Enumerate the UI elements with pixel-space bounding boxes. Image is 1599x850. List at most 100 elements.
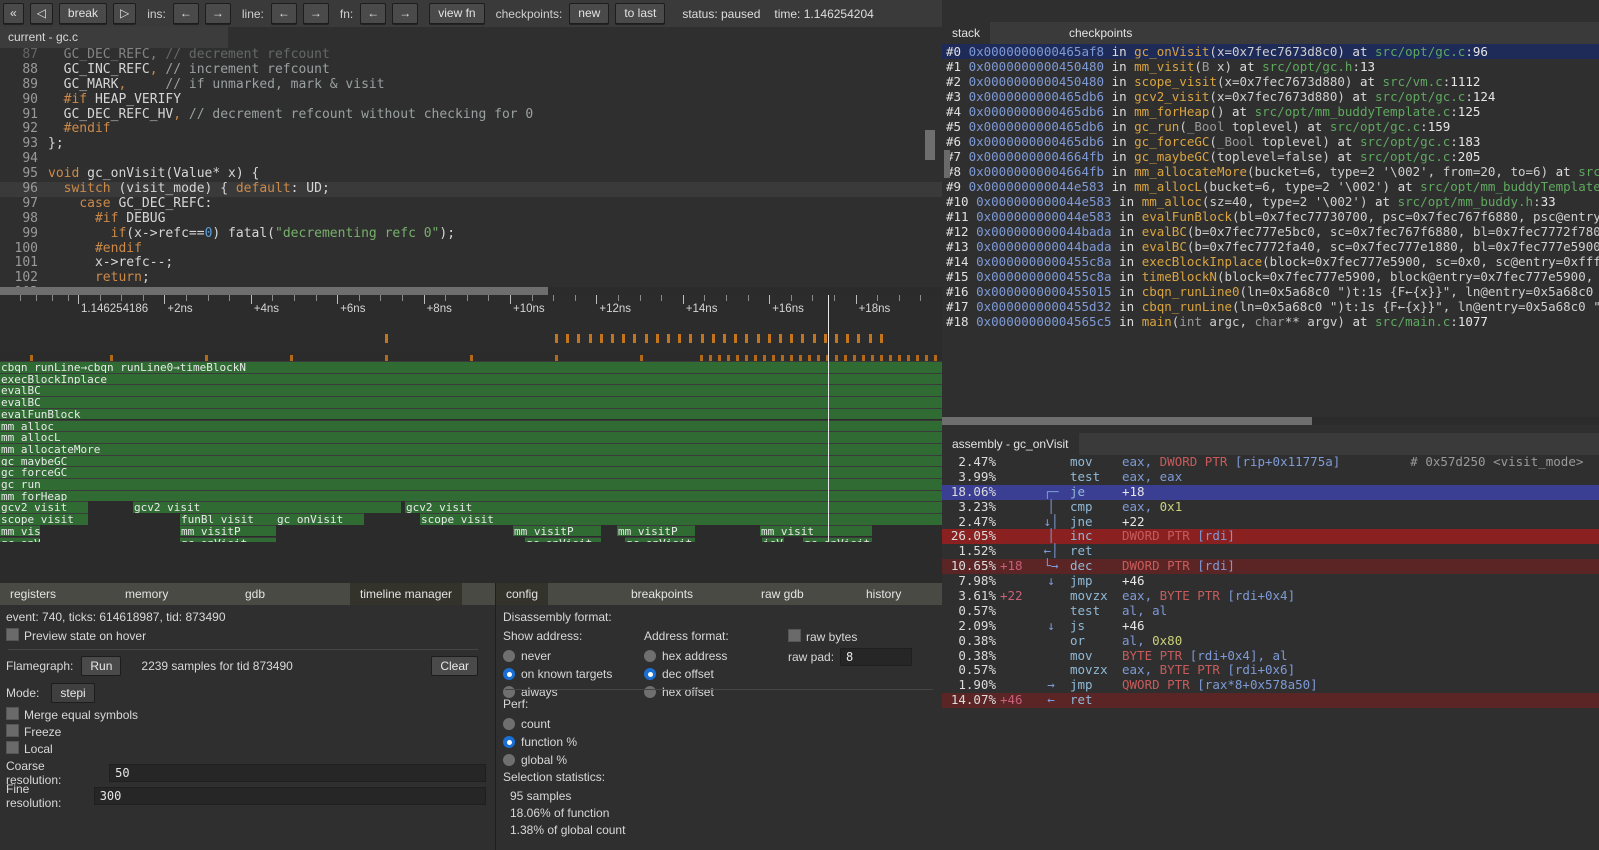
event-marker[interactable]: [678, 334, 681, 343]
flamegraph-frame[interactable]: gc_run: [0, 478, 942, 490]
source-line[interactable]: 96 switch (visit_mode) { default: UD;: [0, 182, 942, 197]
source-line[interactable]: 100 #endif: [0, 242, 942, 257]
source-scroll-thumb[interactable]: [0, 287, 548, 295]
event-marker[interactable]: [589, 334, 592, 343]
checkpoint-new-button[interactable]: new: [569, 3, 609, 24]
event-marker[interactable]: [824, 334, 827, 343]
source-line[interactable]: 95void gc_onVisit(Value* x) {: [0, 167, 942, 182]
event-marker[interactable]: [734, 334, 737, 343]
event-marker[interactable]: [723, 334, 726, 343]
tab-raw-gdb[interactable]: raw gdb: [751, 583, 814, 605]
event-marker[interactable]: [701, 334, 704, 343]
step-back-button[interactable]: ◁: [30, 3, 53, 24]
perf-radio[interactable]: [503, 718, 515, 730]
break-button[interactable]: break: [59, 3, 107, 24]
flamegraph-frame[interactable]: gcv2_visit: [405, 501, 942, 513]
assembly-row[interactable]: 10.65%+18└→decDWORD PTR [rdi]: [942, 559, 1599, 574]
stack-frame-row[interactable]: #12 0x000000000044bada in evalBC(b=0x7fe…: [942, 224, 1599, 239]
event-marker[interactable]: [813, 334, 816, 343]
flamegraph-clear-button[interactable]: Clear: [431, 656, 478, 676]
fine-resolution-input[interactable]: [94, 787, 486, 805]
raw-bytes-checkbox[interactable]: [788, 629, 801, 642]
stack-frame-row[interactable]: #16 0x0000000000455015 in cbqn_runLine0(…: [942, 284, 1599, 299]
view-fn-button[interactable]: view fn: [429, 3, 484, 24]
assembly-row[interactable]: 26.05%│incDWORD PTR [rdi]: [942, 529, 1599, 544]
flamegraph-frame[interactable]: funBl_visit: [180, 513, 276, 525]
tab-history[interactable]: history: [856, 583, 911, 605]
perf-option[interactable]: global %: [503, 751, 577, 769]
flamegraph-frame[interactable]: mm_forHeap: [0, 490, 942, 502]
preview-state-checkbox[interactable]: [6, 628, 19, 641]
flamegraph-frame[interactable]: evalFunBlock: [0, 408, 942, 420]
flamegraph-frame[interactable]: mm_visit: [760, 525, 872, 537]
assembly-row[interactable]: 3.99%testeax, eax: [942, 470, 1599, 485]
stack-frame-row[interactable]: #14 0x0000000000455c8a in execBlockInpla…: [942, 254, 1599, 269]
stack-frame-row[interactable]: #3 0x0000000000465db6 in gcv2_visit(x=0x…: [942, 89, 1599, 104]
line-prev-button[interactable]: ←: [271, 3, 297, 24]
assembly-row[interactable]: 0.38%oral, 0x80: [942, 634, 1599, 649]
assembly-row[interactable]: 3.61%+22movzxeax, BYTE PTR [rdi+0x4]: [942, 589, 1599, 604]
stack-frame-row[interactable]: #11 0x000000000044e583 in evalFunBlock(b…: [942, 209, 1599, 224]
perf-radio-group[interactable]: countfunction %global %: [503, 715, 577, 769]
stack-horizontal-scrollbar[interactable]: [942, 417, 1599, 425]
show-address-radio[interactable]: [503, 650, 515, 662]
source-line[interactable]: 102 return;: [0, 271, 942, 286]
event-marker[interactable]: [712, 334, 715, 343]
flamegraph-frame[interactable]: mm_alloc: [0, 420, 942, 432]
mode-value-button[interactable]: stepi: [51, 683, 94, 703]
local-checkbox[interactable]: [6, 741, 19, 754]
stack-frame-row[interactable]: #0 0x0000000000465af8 in gc_onVisit(x=0x…: [942, 44, 1599, 59]
tab-breakpoints[interactable]: breakpoints: [621, 583, 703, 605]
raw-pad-input[interactable]: [840, 648, 912, 666]
event-marker[interactable]: [622, 334, 625, 343]
step-back-all-button[interactable]: «: [3, 3, 24, 24]
merge-symbols-checkbox[interactable]: [6, 707, 19, 720]
stack-frame-row[interactable]: #2 0x0000000000450480 in scope_visit(x=0…: [942, 74, 1599, 89]
preview-state-checkbox-row[interactable]: Preview state on hover: [6, 628, 146, 643]
tab-assembly[interactable]: assembly - gc_onVisit: [942, 433, 1079, 455]
stack-frame-row[interactable]: #6 0x0000000000465db6 in gc_forceGC(_Boo…: [942, 134, 1599, 149]
event-marker[interactable]: [768, 334, 771, 343]
assembly-row[interactable]: 0.38%movBYTE PTR [rdi+0x4], al: [942, 649, 1599, 664]
stack-vertical-scrollbar[interactable]: [944, 150, 950, 178]
event-marker[interactable]: [667, 334, 670, 343]
flamegraph-frame[interactable]: mm_allocateMore: [0, 443, 942, 455]
event-marker[interactable]: [846, 334, 849, 343]
stack-frame-row[interactable]: #4 0x0000000000465db6 in mm_forHeap() at…: [942, 104, 1599, 119]
event-marker[interactable]: [757, 334, 760, 343]
assembly-row[interactable]: 1.90%→jmpQWORD PTR [rax*8+0x578a50]: [942, 678, 1599, 693]
flamegraph-frame[interactable]: evalBC: [0, 384, 942, 396]
show-address-radio[interactable]: [503, 668, 515, 680]
event-marker[interactable]: [869, 334, 872, 343]
show-address-option[interactable]: on known targets: [503, 665, 612, 683]
stack-frame-row[interactable]: #9 0x000000000044e583 in mm_allocL(bucke…: [942, 179, 1599, 194]
source-file-tab[interactable]: current - gc.c: [0, 27, 228, 48]
freeze-checkbox[interactable]: [6, 724, 19, 737]
assembly-row[interactable]: 1.52%←│ret: [942, 544, 1599, 559]
flamegraph-run-button[interactable]: Run: [81, 656, 121, 676]
flamegraph-frame[interactable]: mm_visit: [0, 525, 40, 537]
assembly-row[interactable]: 0.57%testal, al: [942, 604, 1599, 619]
event-marker[interactable]: [689, 334, 692, 343]
stack-frame-list[interactable]: #0 0x0000000000465af8 in gc_onVisit(x=0x…: [942, 44, 1599, 433]
event-marker[interactable]: [790, 334, 793, 343]
assembly-row[interactable]: 7.98%↓jmp+46: [942, 574, 1599, 589]
timeline-horizontal-scrollbar[interactable]: [0, 542, 942, 550]
show-address-option[interactable]: never: [503, 647, 612, 665]
flamegraph-frame[interactable]: evalBC: [0, 396, 942, 408]
show-address-radio-group[interactable]: neveron known targetsalways: [503, 647, 612, 701]
fn-prev-button[interactable]: ←: [360, 3, 386, 24]
stack-frame-row[interactable]: #18 0x00000000004565c5 in main(int argc,…: [942, 314, 1599, 329]
stack-frame-row[interactable]: #17 0x0000000000455d32 in cbqn_runLine(l…: [942, 299, 1599, 314]
source-line[interactable]: 88 GC_INC_REFC, // increment refcount: [0, 63, 942, 78]
merge-symbols-row[interactable]: Merge equal symbols: [6, 707, 138, 722]
event-marker[interactable]: [656, 334, 659, 343]
event-marker[interactable]: [600, 334, 603, 343]
flamegraph-frame[interactable]: mm_allocL: [0, 431, 942, 443]
event-marker[interactable]: [745, 334, 748, 343]
source-line[interactable]: 99 if(x->refc==0) fatal("decrementing re…: [0, 227, 942, 242]
assembly-row[interactable]: 18.06%┌─je+18: [942, 485, 1599, 500]
event-marker[interactable]: [577, 334, 580, 343]
source-line[interactable]: 92 #endif: [0, 122, 942, 137]
source-line[interactable]: 98 #if DEBUG: [0, 212, 942, 227]
